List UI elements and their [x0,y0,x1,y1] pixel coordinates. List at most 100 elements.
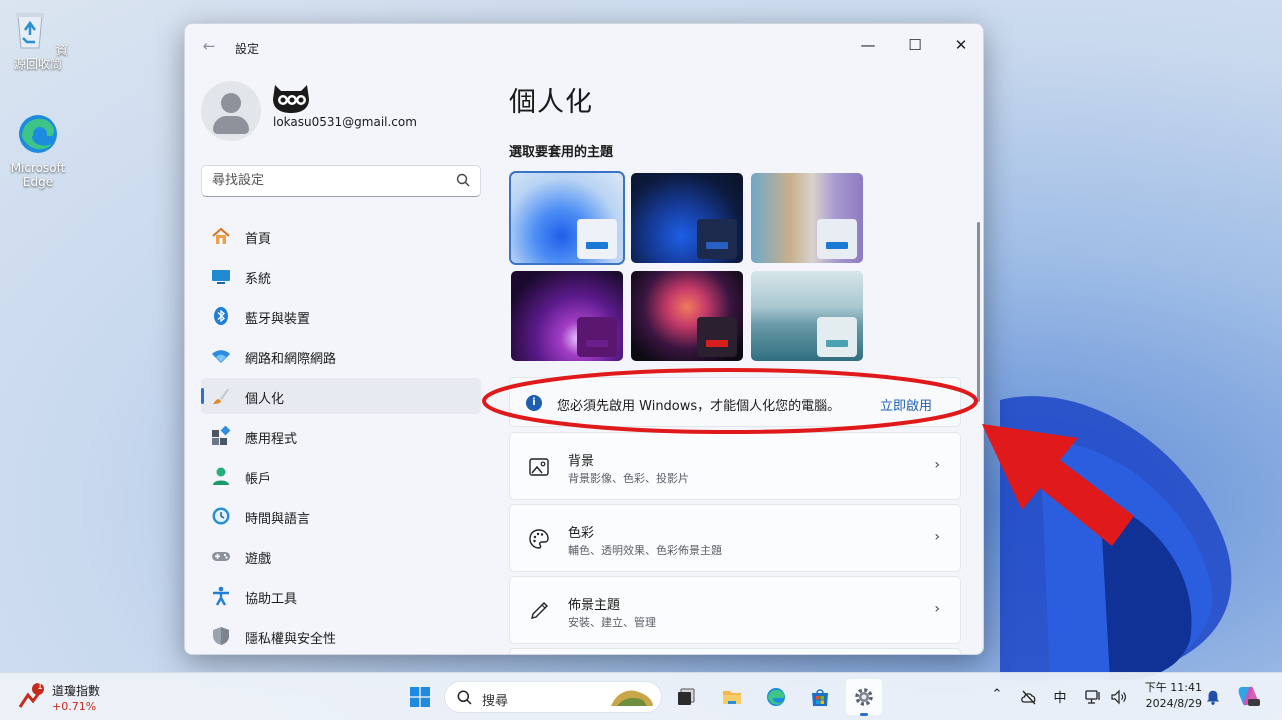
settings-search[interactable] [201,165,481,197]
account-icon [213,467,229,485]
page-title: 個人化 [509,87,593,118]
search-icon [456,173,470,187]
cloud-offline-icon[interactable] [1020,688,1038,706]
avatar[interactable] [201,81,261,141]
sidebar-nav: 首頁 系統 藍牙與裝置 網路和網際網路 個人化 應用程式 帳戶 時間與語言 遊戲… [201,218,481,654]
accessibility-icon [213,586,229,606]
clock-time: 下午 11:41 [1144,681,1202,694]
gamepad-icon [212,552,230,561]
stock-title: 道瓊指數 [52,684,101,698]
sidebar-item-apps[interactable]: 應用程式 [201,418,481,454]
theme-captured-motion[interactable] [631,271,743,361]
clock-date: 2024/8/29 [1145,697,1202,710]
theme-gallery [509,171,869,362]
sidebar-item-home[interactable]: 首頁 [201,218,481,254]
show-hidden-icons-button[interactable]: ⌃ [985,687,1009,702]
settings-taskbar-button[interactable] [846,679,882,716]
folder-icon [723,691,741,704]
back-button[interactable]: ← [199,36,219,56]
wifi-icon [212,350,230,363]
sidebar-item-accounts[interactable]: 帳戶 [201,458,481,494]
close-button[interactable]: ✕ [938,30,983,60]
brush-icon [213,388,229,404]
bluetooth-icon [214,307,228,325]
sidebar-item-label: 隱私權與安全性 [245,632,337,647]
card-title: 佈景主題 [568,598,621,613]
minimize-button[interactable]: — [845,30,891,60]
network-icon[interactable] [1084,688,1102,706]
task-view-icon [678,688,695,705]
sidebar-item-label: 遊戲 [245,552,272,567]
user-cat-icon [273,85,309,113]
maximize-button[interactable]: ☐ [892,30,938,60]
search-input[interactable] [212,173,442,188]
palette-icon [529,529,549,549]
annotation-arrow [982,424,1134,546]
taskbar-search-label: 搜尋 [482,694,509,709]
taskbar-search[interactable]: 搜尋 [444,681,662,713]
annotation-ellipse [482,368,978,434]
edge-icon [19,115,57,153]
card-subtitle: 安裝、建立、管理 [568,616,656,629]
desktop-icon-edge[interactable]: Microsoft Edge [3,112,73,189]
notification-bell-icon[interactable] [1205,688,1221,706]
task-view-button[interactable] [668,679,704,715]
chevron-right-icon: › [934,601,940,617]
theme-windows-dark[interactable] [631,173,743,263]
volume-icon[interactable] [1110,688,1128,706]
taskbar: 1 道瓊指數 +0.71% 搜尋 ⌃ 中 下午 11:41 2024/8/29 [0,672,1282,720]
file-explorer-button[interactable] [714,679,750,715]
sidebar-item-label: 系統 [245,272,272,287]
copilot-icon[interactable] [1236,684,1260,708]
time-language-icon [212,507,230,525]
sidebar-item-bluetooth[interactable]: 藍牙與裝置 [201,298,481,334]
card-themes[interactable]: 佈景主題 安裝、建立、管理 › [509,576,961,644]
sidebar-item-label: 應用程式 [245,432,298,447]
taskbar-clock[interactable]: 下午 11:41 2024/8/29 [1138,680,1202,712]
input-method-indicator[interactable]: 中 [1048,687,1072,706]
sidebar-item-system[interactable]: 系統 [201,258,481,294]
sidebar-item-personalization[interactable]: 個人化 [201,378,481,414]
sidebar-item-privacy[interactable]: 隱私權與安全性 [201,618,481,654]
card-next[interactable] [509,648,961,654]
stock-widget[interactable]: 1 道瓊指數 +0.71% [18,679,128,715]
sidebar-item-gaming[interactable]: 遊戲 [201,538,481,574]
sidebar-item-network[interactable]: 網路和網際網路 [201,338,481,374]
sidebar-item-label: 帳戶 [245,472,272,487]
sidebar-item-label: 首頁 [245,232,272,247]
chevron-right-icon: › [934,457,940,473]
theme-flow[interactable] [751,271,863,361]
desktop-icon-recycle-bin[interactable]: 資源回收筒 [3,8,73,71]
start-button[interactable] [402,679,438,715]
sidebar-item-label: 協助工具 [245,592,298,607]
home-icon [212,227,230,244]
themes-heading: 選取要套用的主題 [509,145,614,160]
search-highlight-icon [611,690,653,706]
card-background[interactable]: 背景 背景影像、色彩、投影片 › [509,432,961,500]
picture-icon [529,458,549,476]
edge-icon [767,688,785,706]
theme-glow[interactable] [511,271,623,361]
stock-value: +0.71% [52,700,97,713]
apps-icon [212,426,231,445]
account-email: lokasu0531@gmail.com [273,115,417,129]
gear-icon [855,688,873,706]
edge-taskbar-button[interactable] [758,679,794,715]
pen-icon [531,602,548,619]
shield-icon [213,627,229,645]
windows-logo-icon [410,687,430,707]
sidebar-item-label: 網路和網際網路 [245,352,337,367]
card-colors[interactable]: 色彩 輔色、透明效果、色彩佈景主題 › [509,504,961,572]
card-subtitle: 背景影像、色彩、投影片 [568,472,689,485]
store-button[interactable] [802,679,838,715]
store-icon [812,689,828,706]
card-title: 色彩 [568,526,595,541]
sidebar-item-accessibility[interactable]: 協助工具 [201,578,481,614]
sidebar-item-time-language[interactable]: 時間與語言 [201,498,481,534]
chevron-right-icon: › [934,529,940,545]
card-title: 背景 [568,454,595,469]
theme-spotlight[interactable] [751,173,863,263]
card-subtitle: 輔色、透明效果、色彩佈景主題 [568,544,722,557]
recycle-bin-icon [16,13,45,49]
theme-windows-light[interactable] [509,171,625,265]
